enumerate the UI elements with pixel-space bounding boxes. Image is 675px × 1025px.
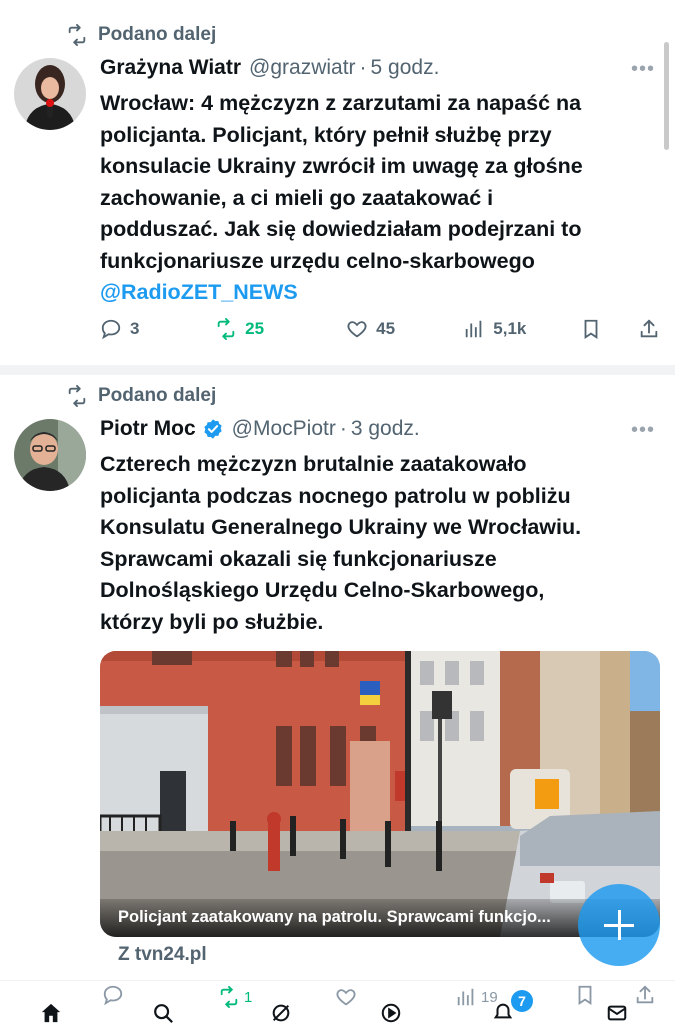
share-icon-faded[interactable] <box>634 984 656 1006</box>
retweet-count: 25 <box>245 319 265 338</box>
views-chart-icon <box>466 320 482 338</box>
separator-dot: · <box>359 56 367 79</box>
tweet-header: Piotr Moc @MocPiotr · 3 godz. <box>100 417 420 441</box>
retweet-icon <box>217 318 235 340</box>
tweet-text-line: zachowanie, a ci mieli go zaatakować i <box>100 185 494 210</box>
retweet-button[interactable]: 25 <box>215 318 346 340</box>
author-handle[interactable]: @grazwiatr <box>249 56 356 80</box>
separator-dot: · <box>339 417 347 440</box>
media-card[interactable]: Policjant zaatakowany na patrolu. Sprawc… <box>100 651 660 937</box>
timestamp[interactable]: 5 godz. <box>371 56 440 80</box>
tweet-text: Wrocław: 4 mężczyzn z zarzutami za napaś… <box>100 88 660 309</box>
tweet-text-line: policjanta. Policjant, który pełnił służ… <box>100 122 552 147</box>
author-name[interactable]: Grażyna Wiatr <box>100 56 241 80</box>
avatar[interactable] <box>14 58 86 130</box>
street-photo <box>100 651 660 937</box>
author-handle[interactable]: @MocPiotr <box>232 417 336 441</box>
like-button[interactable]: 45 <box>346 318 463 340</box>
retweet-label: Podano dalej <box>98 385 217 406</box>
views-chart-icon <box>457 988 474 1006</box>
retweet-icon <box>68 385 86 407</box>
like-count: 45 <box>376 319 396 338</box>
notifications-badge: 7 <box>511 990 533 1012</box>
retweet-indicator: Podano dalej <box>66 24 216 46</box>
views-count: 5,1k <box>493 319 527 338</box>
reply-icon-faded[interactable] <box>102 984 124 1006</box>
retweet-label: Podano dalej <box>98 24 217 45</box>
grok-icon[interactable] <box>270 1002 292 1024</box>
retweet-icon <box>68 24 86 46</box>
retweet-icon <box>220 986 238 1008</box>
tweet-text-line: Konsulatu Generalnego Ukrainy we Wrocław… <box>100 515 582 539</box>
home-icon[interactable] <box>40 1002 62 1024</box>
tweet-1[interactable]: Podano dalej Grażyna Wiatr @grazwiatr · … <box>0 0 675 365</box>
tweet-text-line: konsulacie Ukrainy zwrócił im uwagę za g… <box>100 154 583 178</box>
like-icon-faded[interactable] <box>335 986 357 1008</box>
verified-badge-icon <box>204 419 222 439</box>
tweet-text-line: funkcjonariusze urzędu celno-skarbowego <box>100 248 535 273</box>
link-source[interactable]: Z tvn24.pl <box>118 944 207 966</box>
share-icon <box>640 319 658 338</box>
mention-link[interactable]: @RadioZET_NEWS <box>100 277 660 309</box>
media-caption: Policjant zaatakowany na patrolu. Sprawc… <box>100 899 660 937</box>
retweet-count-faded: 1 <box>244 988 253 1006</box>
bookmark-icon-faded[interactable] <box>574 984 596 1006</box>
tweet-divider <box>0 365 675 375</box>
author-name[interactable]: Piotr Moc <box>100 417 196 441</box>
bookmark-button[interactable] <box>580 318 638 340</box>
tweet-text-line: Sprawcami okazali się funkcjonariusze <box>100 546 497 571</box>
retweet-button-faded[interactable]: 1 <box>218 986 252 1008</box>
tweet-text-line: Czterech mężczyzn brutalnie zaatakowało <box>100 452 527 476</box>
tweet-text-line: policjanta podczas nocnego patrolu w pob… <box>100 483 571 508</box>
more-options-icon[interactable]: ••• <box>631 58 655 81</box>
tweet-text: Czterech mężczyzn brutalnie zaatakowało … <box>100 449 660 638</box>
timestamp[interactable]: 3 godz. <box>351 417 420 441</box>
bookmark-icon <box>585 319 598 339</box>
compose-tweet-button[interactable] <box>578 884 660 966</box>
reply-button[interactable]: 3 <box>100 318 215 340</box>
tweet-text-line: Wrocław: 4 mężczyzn z zarzutami za napaś… <box>100 91 582 115</box>
search-icon[interactable] <box>152 1002 174 1024</box>
reply-icon <box>101 319 121 340</box>
action-bar: 3 25 45 5,1k <box>100 318 660 340</box>
more-options-icon[interactable]: ••• <box>631 419 655 442</box>
tweet-text-line: podduszać. Jak się dowiedziałam podejrza… <box>100 217 582 241</box>
reply-count: 3 <box>130 319 140 338</box>
views-button[interactable]: 5,1k <box>463 318 580 340</box>
heart-icon <box>347 321 367 338</box>
tweet-header: Grażyna Wiatr @grazwiatr · 5 godz. <box>100 56 439 80</box>
avatar[interactable] <box>14 419 86 491</box>
share-button[interactable] <box>638 318 660 340</box>
tweet-text-line: Dolnośląskiego Urzędu Celno-Skarbowego, <box>100 578 545 602</box>
communities-icon[interactable] <box>380 1002 402 1024</box>
messages-mail-icon[interactable] <box>606 1002 628 1024</box>
retweet-indicator: Podano dalej <box>66 385 216 407</box>
tweet-text-line: którzy byli po służbie. <box>100 609 324 634</box>
